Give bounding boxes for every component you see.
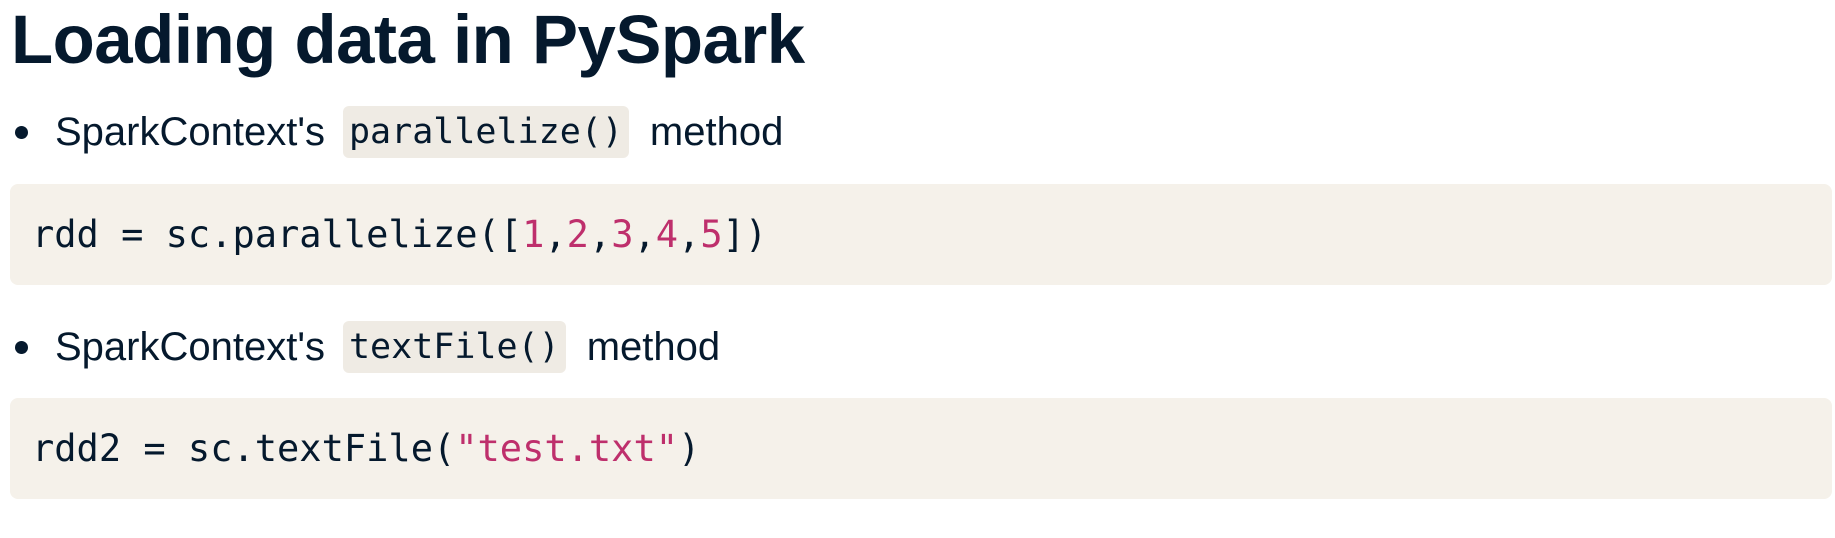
bullet-dot-icon [15, 340, 28, 354]
code-block-parallelize: rdd = sc.parallelize([1, 2, 3, 4, 5]) [10, 184, 1832, 285]
code-separator: , [633, 213, 656, 256]
bullet-suffix: method [649, 109, 784, 154]
code-separator: , [544, 213, 567, 256]
code-block-textfile: rdd2 = sc.textFile("test.txt") [10, 398, 1832, 499]
slide: Loading data in PySpark SparkContext's p… [0, 0, 1835, 538]
bullet-dot-icon [15, 125, 28, 139]
bullet-item-textfile: SparkContext's textFile() method [12, 319, 720, 375]
code-separator: , [678, 213, 701, 256]
code-text: rdd = sc.parallelize([ [32, 213, 523, 256]
code-number: 2 [566, 213, 589, 256]
slide-title: Loading data in PySpark [11, 1, 805, 78]
code-number: 5 [700, 213, 723, 256]
inline-code-textfile: textFile() [342, 321, 566, 373]
code-number: 3 [611, 213, 634, 256]
bullet-prefix: SparkContext's [55, 324, 325, 369]
code-number: 4 [655, 213, 679, 256]
code-number: 1 [522, 213, 545, 256]
code-separator: , [588, 213, 612, 256]
code-string: "test.txt" [455, 427, 679, 470]
bullet-suffix: method [586, 324, 721, 369]
inline-code-parallelize: parallelize() [342, 106, 629, 158]
bullet-item-parallelize: SparkContext's parallelize() method [12, 104, 783, 160]
code-text: rdd2 = sc.textFile( [32, 427, 456, 470]
code-text: ]) [722, 213, 768, 256]
code-text: ) [678, 427, 701, 470]
bullet-prefix: SparkContext's [55, 109, 325, 154]
